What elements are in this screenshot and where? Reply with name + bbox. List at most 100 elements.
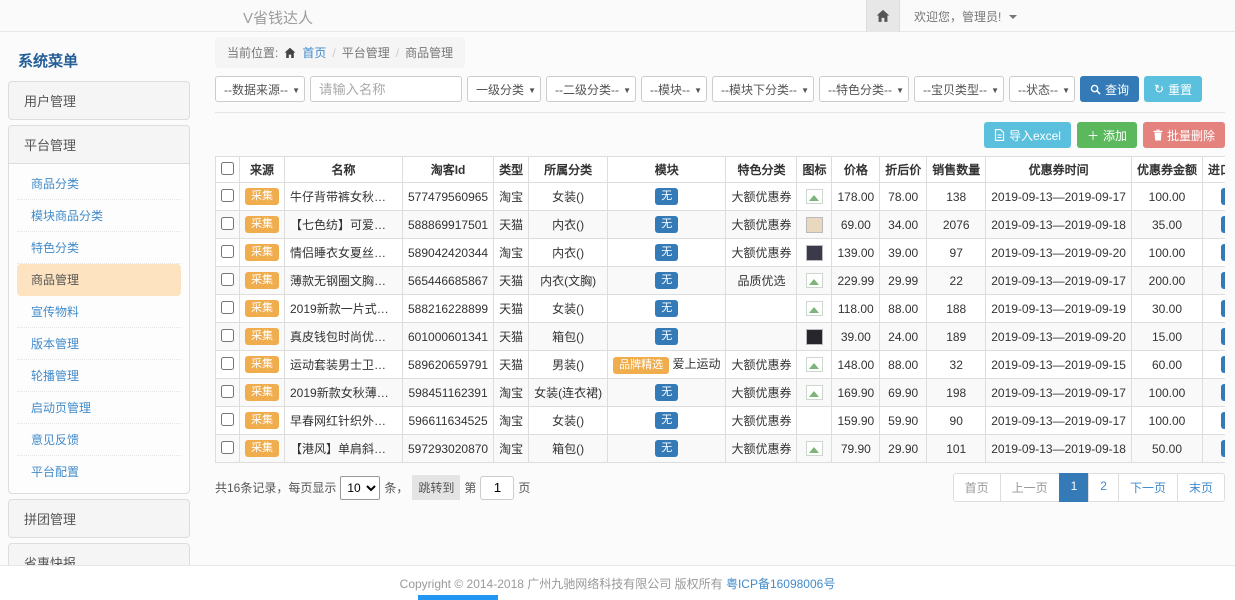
app-title: V省钱达人	[243, 7, 313, 28]
sidebar-subitem-模块商品分类[interactable]: 模块商品分类	[17, 200, 181, 232]
filter-select-6[interactable]: --宝贝类型--▼	[914, 76, 1004, 102]
breadcrumb-home-link[interactable]: 首页	[302, 44, 326, 61]
import-excel-button[interactable]: 导入excel	[984, 122, 1071, 148]
pager-button-1[interactable]: 1	[1059, 473, 1090, 502]
filter-select-7[interactable]: --状态--▼	[1009, 76, 1075, 102]
import-flag-badge[interactable]: 否	[1221, 272, 1226, 289]
filter-select-0[interactable]: --数据来源--▼	[215, 76, 305, 102]
sidebar-subitem-版本管理[interactable]: 版本管理	[17, 328, 181, 360]
records-summary: 共16条记录，每页显示	[215, 479, 336, 496]
product-name: 2019新款女秋薄款...	[285, 379, 403, 407]
row-checkbox[interactable]	[221, 217, 234, 230]
name-search-input[interactable]	[310, 76, 462, 102]
user-menu[interactable]: 欢迎您，管理员!	[914, 8, 1017, 25]
coupon-amount: 100.00	[1131, 183, 1202, 211]
row-select-cell	[216, 435, 240, 463]
jump-to-button[interactable]: 跳转到	[412, 475, 460, 500]
pager-button-首页[interactable]: 首页	[953, 473, 1001, 502]
icon-cell	[797, 211, 832, 239]
sidebar-item-拼团管理[interactable]: 拼团管理	[9, 500, 189, 537]
row-checkbox[interactable]	[221, 357, 234, 370]
breadcrumb-item-platform: 平台管理	[342, 44, 390, 61]
sidebar-item-平台管理[interactable]: 平台管理	[9, 126, 189, 163]
chevron-down-icon: ▼	[528, 86, 536, 95]
platform-type: 天猫	[494, 323, 529, 351]
column-header-优惠券金额: 优惠券金额	[1131, 157, 1202, 183]
coupon-time: 2019-09-13—2019-09-18	[986, 211, 1132, 239]
sidebar-subitem-轮播管理[interactable]: 轮播管理	[17, 360, 181, 392]
source-badge: 采集	[245, 412, 279, 429]
sidebar-subitem-平台配置[interactable]: 平台配置	[17, 456, 181, 487]
module-badge: 无	[655, 216, 678, 233]
sales-count: 32	[927, 351, 986, 379]
reset-button[interactable]: ↻ 重置	[1144, 76, 1202, 102]
sidebar-subitem-意见反馈[interactable]: 意见反馈	[17, 424, 181, 456]
pager-button-末页[interactable]: 末页	[1177, 473, 1225, 502]
row-checkbox[interactable]	[221, 273, 234, 286]
home-button[interactable]	[866, 0, 900, 32]
discount-price: 34.00	[880, 211, 927, 239]
column-header-优惠券时间: 优惠券时间	[986, 157, 1132, 183]
sales-count: 189	[927, 323, 986, 351]
icp-link[interactable]: 粤ICP备16098006号	[726, 575, 835, 592]
sidebar-subitem-宣传物料[interactable]: 宣传物料	[17, 296, 181, 328]
pager-button-上一页[interactable]: 上一页	[1000, 473, 1060, 502]
sidebar-item-省惠快报[interactable]: 省惠快报	[9, 544, 189, 565]
sales-count: 90	[927, 407, 986, 435]
sidebar-subitem-商品分类[interactable]: 商品分类	[17, 168, 181, 200]
discount-price: 39.00	[880, 239, 927, 267]
pager-button-下一页[interactable]: 下一页	[1118, 473, 1178, 502]
row-checkbox[interactable]	[221, 441, 234, 454]
discount-price: 29.99	[880, 267, 927, 295]
sidebar-subitem-特色分类[interactable]: 特色分类	[17, 232, 181, 264]
import-flag-badge[interactable]: 否	[1221, 188, 1226, 205]
import-flag-badge[interactable]: 否	[1221, 440, 1226, 457]
import-flag-badge[interactable]: 否	[1221, 384, 1226, 401]
search-button[interactable]: 查询	[1080, 76, 1139, 102]
module-badge: 无	[655, 244, 678, 261]
filter-select-1[interactable]: 一级分类▼	[467, 76, 541, 102]
import-flag-badge[interactable]: 否	[1221, 216, 1226, 233]
add-button[interactable]: ＋ 添加	[1077, 122, 1137, 148]
sidebar-subitem-启动页管理[interactable]: 启动页管理	[17, 392, 181, 424]
row-checkbox[interactable]	[221, 245, 234, 258]
row-checkbox[interactable]	[221, 413, 234, 426]
discount-price: 24.00	[880, 323, 927, 351]
price: 79.90	[832, 435, 880, 463]
row-checkbox[interactable]	[221, 329, 234, 342]
per-page-select[interactable]: 10	[340, 476, 380, 500]
import-flag-badge[interactable]: 否	[1221, 244, 1226, 261]
coupon-time: 2019-09-13—2019-09-20	[986, 323, 1132, 351]
filter-select-5[interactable]: --特色分类--▼	[819, 76, 909, 102]
module-cell: 品牌精选 爱上运动	[608, 351, 726, 379]
row-checkbox[interactable]	[221, 385, 234, 398]
filter-select-2[interactable]: --二级分类--▼	[546, 76, 636, 102]
page-number-input[interactable]	[480, 476, 514, 500]
sidebar-panel-0: 用户管理	[8, 81, 190, 120]
import-flag-badge[interactable]: 否	[1221, 300, 1226, 317]
filter-select-4[interactable]: --模块下分类--▼	[712, 76, 814, 102]
product-name: 薄款无钢圈文胸聚拢性...	[285, 267, 403, 295]
sidebar-subitem-商品管理[interactable]: 商品管理	[17, 264, 181, 296]
table-body: 采集牛仔背带裤女秋装减龄...577479560965淘宝女装()无大额优惠券1…	[216, 183, 1226, 463]
source-cell: 采集	[240, 407, 285, 435]
import-flag-badge[interactable]: 否	[1221, 328, 1226, 345]
coupon-amount: 100.00	[1131, 407, 1202, 435]
pager-button-2[interactable]: 2	[1088, 473, 1119, 502]
batch-delete-button[interactable]: 批量删除	[1143, 122, 1225, 148]
row-checkbox[interactable]	[221, 189, 234, 202]
price: 69.00	[832, 211, 880, 239]
taoke-id: 589042420344	[403, 239, 494, 267]
select-all-checkbox[interactable]	[221, 162, 234, 175]
import-select-cell: 否	[1203, 211, 1226, 239]
filter-select-3[interactable]: --模块--▼	[641, 76, 707, 102]
row-checkbox[interactable]	[221, 301, 234, 314]
source-badge: 采集	[245, 384, 279, 401]
sidebar: 系统菜单 用户管理平台管理商品分类模块商品分类特色分类商品管理宣传物料版本管理轮…	[8, 32, 190, 565]
row-select-cell	[216, 295, 240, 323]
import-flag-badge[interactable]: 否	[1221, 412, 1226, 429]
source-cell: 采集	[240, 435, 285, 463]
import-flag-badge[interactable]: 否	[1221, 356, 1226, 373]
column-header-折后价: 折后价	[880, 157, 927, 183]
sidebar-item-用户管理[interactable]: 用户管理	[9, 82, 189, 119]
